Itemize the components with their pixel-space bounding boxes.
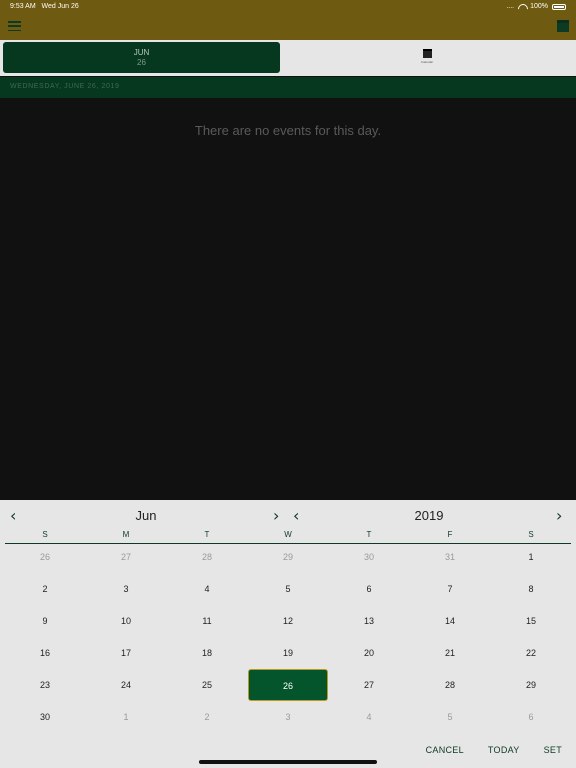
day-cell[interactable]: 28 <box>167 541 247 573</box>
day-cell[interactable]: 21 <box>410 637 490 669</box>
picker-year: 2019 <box>414 508 444 523</box>
set-button[interactable]: SET <box>544 745 562 755</box>
day-cell[interactable]: 27 <box>86 541 166 573</box>
weekday-label: T <box>366 530 372 539</box>
weekday-label: S <box>528 530 534 539</box>
weekday-label: S <box>42 530 48 539</box>
weekday-label: T <box>204 530 210 539</box>
day-cell[interactable]: 29 <box>248 541 328 573</box>
tab-calendar[interactable]: Calendar <box>419 49 435 67</box>
day-cell[interactable]: 16 <box>5 637 85 669</box>
view-tabs: JUN 26 Calendar <box>0 40 576 76</box>
day-cell[interactable]: 31 <box>410 541 490 573</box>
day-cell[interactable]: 14 <box>410 605 490 637</box>
day-cell[interactable]: 18 <box>167 637 247 669</box>
day-cell[interactable]: 30 <box>5 701 85 733</box>
day-cell[interactable]: 8 <box>491 573 571 605</box>
status-clock: 9:53 AM <box>10 3 36 10</box>
day-cell[interactable]: 1 <box>86 701 166 733</box>
tab-day-number: 26 <box>137 58 146 67</box>
status-time: 9:53 AM Wed Jun 26 <box>10 3 79 10</box>
cancel-button[interactable]: CANCEL <box>426 745 464 755</box>
events-area: There are no events for this day. <box>0 98 576 500</box>
day-cell[interactable]: 4 <box>167 573 247 605</box>
day-cell[interactable]: 25 <box>167 669 247 701</box>
day-cell[interactable]: 13 <box>329 605 409 637</box>
day-cell[interactable]: 19 <box>248 637 328 669</box>
calendar-icon <box>422 49 432 58</box>
day-header-text: WEDNESDAY, JUNE 26, 2019 <box>10 83 120 90</box>
date-picker: ‹ Jun › ‹ 2019 › SMTWTFS 26 27 28 29 30 31 1 2 3… <box>0 500 576 768</box>
next-year-icon[interactable]: › <box>556 508 566 524</box>
day-cell[interactable]: 15 <box>491 605 571 637</box>
hamburger-icon[interactable] <box>8 21 21 31</box>
weekday-label: W <box>284 530 292 539</box>
weekday-label: F <box>447 530 453 539</box>
day-cell[interactable]: 24 <box>86 669 166 701</box>
battery-icon <box>552 3 566 10</box>
day-cell[interactable]: 11 <box>167 605 247 637</box>
day-cell[interactable]: 2 <box>167 701 247 733</box>
next-month-icon[interactable]: › <box>273 508 283 524</box>
day-cell[interactable]: 22 <box>491 637 571 669</box>
day-cell[interactable]: 7 <box>410 573 490 605</box>
day-cell[interactable]: 9 <box>5 605 85 637</box>
day-cell[interactable]: 28 <box>410 669 490 701</box>
calendar-icon[interactable] <box>557 20 569 32</box>
today-button[interactable]: TODAY <box>488 745 520 755</box>
top-bar: 9:53 AM Wed Jun 26 .... 100% <box>0 0 576 40</box>
day-cell[interactable]: 27 <box>329 669 409 701</box>
day-cell[interactable]: 1 <box>491 541 571 573</box>
picker-month: Jun <box>135 508 157 523</box>
status-indicators: .... 100% <box>506 3 566 10</box>
prev-month-icon[interactable]: ‹ <box>10 508 20 524</box>
day-cell[interactable]: 30 <box>329 541 409 573</box>
day-cell[interactable]: 2 <box>5 573 85 605</box>
day-cell[interactable]: 6 <box>491 701 571 733</box>
home-indicator <box>199 760 377 764</box>
day-cell[interactable]: 20 <box>329 637 409 669</box>
day-cell[interactable]: 3 <box>248 701 328 733</box>
battery-percent: 100% <box>530 3 548 10</box>
day-cell[interactable]: 12 <box>248 605 328 637</box>
day-cell[interactable]: 26 <box>5 541 85 573</box>
prev-year-icon[interactable]: ‹ <box>293 508 303 524</box>
wifi-icon <box>518 4 526 10</box>
signal-dots: .... <box>506 3 515 10</box>
day-cell[interactable]: 3 <box>86 573 166 605</box>
day-cell[interactable]: 29 <box>491 669 571 701</box>
status-date: Wed Jun 26 <box>41 3 79 10</box>
day-cell[interactable]: 4 <box>329 701 409 733</box>
day-cell[interactable]: 6 <box>329 573 409 605</box>
weekday-label: M <box>122 530 130 539</box>
tab-calendar-label: Calendar <box>420 60 434 64</box>
day-cell[interactable]: 5 <box>410 701 490 733</box>
day-header: WEDNESDAY, JUNE 26, 2019 <box>0 77 576 98</box>
selected-day[interactable]: 26 <box>248 669 328 701</box>
empty-message: There are no events for this day. <box>194 123 382 138</box>
day-cell[interactable]: 5 <box>248 573 328 605</box>
tab-day[interactable]: JUN 26 <box>3 42 280 73</box>
picker-actions: CANCEL TODAY SET <box>426 745 562 755</box>
day-cell[interactable]: 10 <box>86 605 166 637</box>
day-cell[interactable]: 17 <box>86 637 166 669</box>
day-cell[interactable]: 23 <box>5 669 85 701</box>
tab-day-month: JUN <box>133 48 150 57</box>
